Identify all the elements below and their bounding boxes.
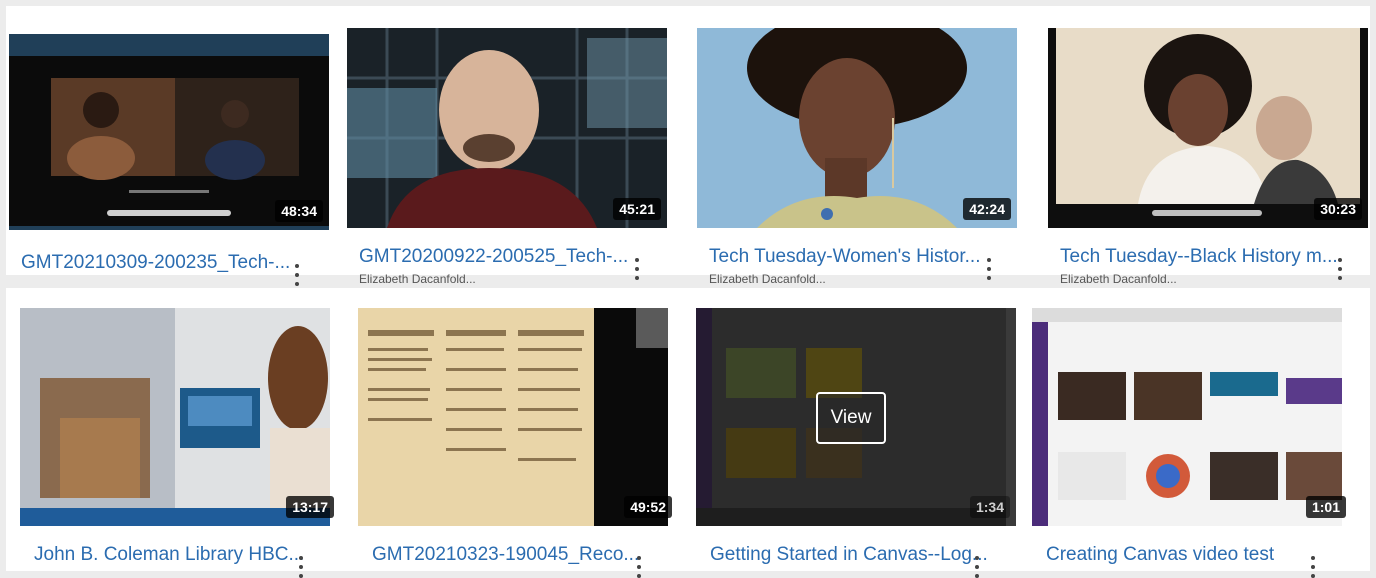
- video-author: Elizabeth Dacanfold...: [1060, 272, 1177, 286]
- video-title-link[interactable]: GMT20210309-200235_Tech-...: [21, 252, 290, 274]
- video-card[interactable]: 45:21 GMT20200922-200525_Tech-... Elizab…: [347, 6, 667, 286]
- more-options-icon[interactable]: [972, 556, 982, 578]
- video-card[interactable]: 42:24 Tech Tuesday-Women's Histor... Eli…: [697, 6, 1017, 286]
- thumbnail-image: [1032, 308, 1342, 526]
- thumbnail-image: [20, 308, 330, 526]
- video-grid-row-1: 48:34 GMT20210309-200235_Tech-... 45:21 …: [6, 6, 1370, 286]
- duration-badge: 30:23: [1314, 198, 1362, 220]
- video-thumbnail[interactable]: 42:24: [697, 28, 1017, 228]
- video-card[interactable]: 49:52 GMT20210323-190045_Reco...: [358, 288, 678, 578]
- video-title-link[interactable]: GMT20210323-190045_Reco...: [372, 544, 639, 566]
- video-thumbnail[interactable]: 45:21: [347, 28, 667, 228]
- video-thumbnail[interactable]: 30:23: [1048, 28, 1368, 228]
- video-thumbnail[interactable]: 49:52: [358, 308, 678, 526]
- video-title-link[interactable]: John B. Coleman Library HBC...: [34, 544, 304, 566]
- video-title-link[interactable]: Creating Canvas video test: [1046, 544, 1274, 566]
- video-thumbnail[interactable]: 48:34: [9, 34, 329, 230]
- video-card[interactable]: 1:01 Creating Canvas video test: [1032, 288, 1352, 578]
- video-grid-row-2: 13:17 John B. Coleman Library HBC... 49:…: [6, 288, 1370, 578]
- duration-badge: 13:17: [286, 496, 334, 518]
- video-title-link[interactable]: Tech Tuesday--Black History m...: [1060, 246, 1338, 268]
- video-thumbnail[interactable]: 13:17: [20, 308, 340, 526]
- duration-badge: 42:24: [963, 198, 1011, 220]
- view-button[interactable]: View: [816, 392, 886, 444]
- video-title-link[interactable]: Tech Tuesday-Women's Histor...: [709, 246, 981, 268]
- duration-badge: 49:52: [624, 496, 672, 518]
- more-options-icon[interactable]: [632, 258, 642, 280]
- video-title-link[interactable]: GMT20200922-200525_Tech-...: [359, 246, 628, 268]
- more-options-icon[interactable]: [296, 556, 306, 578]
- more-options-icon[interactable]: [984, 258, 994, 280]
- video-card[interactable]: 13:17 John B. Coleman Library HBC...: [20, 288, 340, 578]
- video-title-link[interactable]: Getting Started in Canvas--Log...: [710, 544, 988, 566]
- duration-badge: 1:01: [1305, 496, 1346, 518]
- video-card[interactable]: 48:34 GMT20210309-200235_Tech-...: [9, 6, 329, 286]
- more-options-icon[interactable]: [1308, 556, 1318, 578]
- thumbnail-image: [358, 308, 668, 526]
- more-options-icon[interactable]: [634, 556, 644, 578]
- video-card[interactable]: 30:23 Tech Tuesday--Black History m... E…: [1048, 6, 1368, 286]
- video-thumbnail[interactable]: View 1:34: [696, 308, 1016, 526]
- more-options-icon[interactable]: [292, 264, 302, 286]
- duration-badge: 45:21: [613, 198, 661, 220]
- video-author: Elizabeth Dacanfold...: [359, 272, 476, 286]
- video-thumbnail[interactable]: 1:01: [1032, 308, 1352, 526]
- video-author: Elizabeth Dacanfold...: [709, 272, 826, 286]
- more-options-icon[interactable]: [1335, 258, 1345, 280]
- video-card[interactable]: View 1:34 Getting Started in Canvas--Log…: [696, 288, 1016, 578]
- duration-badge: 48:34: [275, 200, 323, 222]
- duration-badge: 1:34: [969, 496, 1010, 518]
